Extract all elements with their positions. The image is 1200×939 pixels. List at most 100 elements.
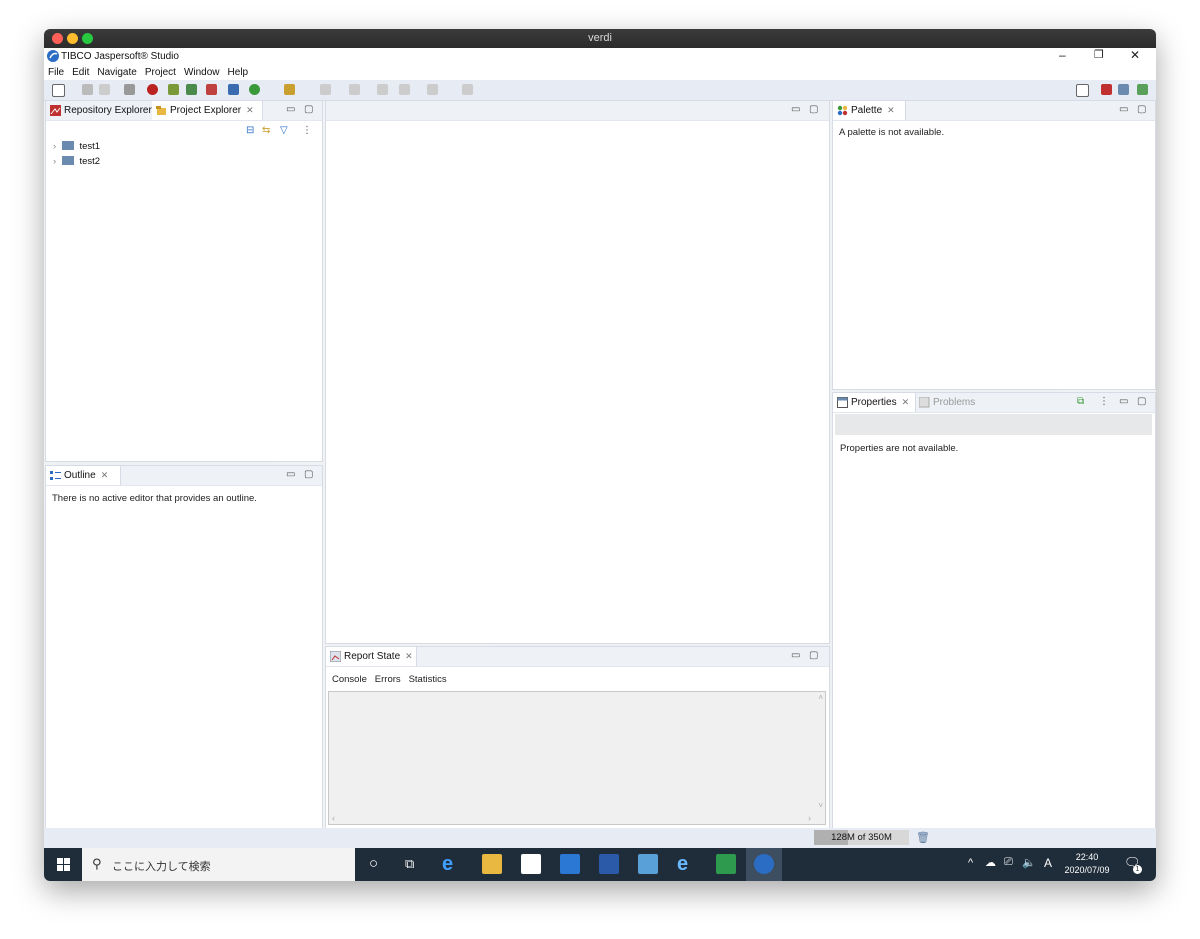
back-icon[interactable]	[399, 84, 410, 95]
debug-icon[interactable]	[147, 84, 158, 95]
internet-explorer-icon[interactable]: e	[677, 854, 697, 874]
mail-icon[interactable]	[560, 854, 580, 874]
save-all-icon[interactable]	[99, 84, 110, 95]
repository-perspective-icon[interactable]	[1118, 84, 1129, 95]
minimize-view-icon[interactable]: ▭	[1119, 104, 1128, 115]
tab-repository-explorer[interactable]: Repository Explorer	[46, 101, 152, 120]
open-perspective-icon[interactable]	[1076, 84, 1089, 97]
menu-project[interactable]: Project	[141, 64, 180, 78]
minimize-view-icon[interactable]: ▭	[286, 104, 295, 115]
minimize-view-icon[interactable]: ▭	[791, 650, 800, 661]
menu-file[interactable]: File	[44, 64, 68, 78]
close-tab-icon[interactable]: ✕	[246, 105, 254, 115]
clock[interactable]: 22:40 2020/07/09	[1062, 851, 1112, 877]
network-icon[interactable]: ⎚	[1004, 856, 1013, 869]
compile-icon[interactable]	[206, 84, 217, 95]
close-tab-icon[interactable]: ✕	[101, 470, 109, 480]
link-editor-icon[interactable]: ⇆	[262, 125, 270, 136]
subtab-errors[interactable]: Errors	[375, 674, 401, 685]
edge-icon[interactable]: e	[442, 854, 462, 874]
scroll-left-icon[interactable]: ‹	[332, 813, 335, 823]
new-properties-view-icon[interactable]: ⧉	[1077, 396, 1084, 407]
menu-help[interactable]: Help	[224, 64, 253, 78]
maximize-view-icon[interactable]: ▢	[809, 650, 818, 661]
cortana-icon[interactable]: ○	[369, 855, 378, 872]
subtab-console[interactable]: Console	[332, 674, 367, 685]
store-icon[interactable]	[521, 854, 541, 874]
close-tab-icon[interactable]: ✕	[902, 397, 910, 407]
volume-icon[interactable]: 🔈	[1022, 856, 1036, 869]
minimize-view-icon[interactable]: ▭	[1119, 396, 1128, 407]
tab-project-explorer[interactable]: Project Explorer ✕	[152, 101, 263, 120]
spreadsheet-app-icon[interactable]	[716, 854, 736, 874]
tab-problems[interactable]: Problems	[915, 393, 977, 412]
minimize-view-icon[interactable]: ▭	[791, 104, 800, 115]
pen-icon[interactable]	[284, 84, 295, 95]
powershell-icon[interactable]	[599, 854, 619, 874]
menu-window[interactable]: Window	[180, 64, 224, 78]
prev-annotation-icon[interactable]	[349, 84, 360, 95]
file-explorer-icon[interactable]	[482, 854, 502, 874]
network-app-icon[interactable]	[638, 854, 658, 874]
tab-label: Project Explorer	[170, 105, 242, 116]
collapse-all-icon[interactable]: ⊟	[246, 125, 254, 136]
properties-panel: Properties ✕ Problems ⧉ ⋮ ▭ ▢ Properties …	[832, 392, 1156, 829]
garbage-collect-icon[interactable]: 🗑	[916, 831, 930, 844]
forward-icon[interactable]	[427, 84, 438, 95]
view-menu-icon[interactable]: ⋮	[302, 125, 312, 136]
filter-icon[interactable]: ▽	[280, 125, 288, 136]
new-icon[interactable]	[52, 84, 65, 97]
tray-chevron-icon[interactable]: ^	[968, 857, 973, 869]
onedrive-icon[interactable]: ☁	[985, 856, 996, 869]
expand-chevron-icon[interactable]: ›	[53, 141, 56, 152]
view-menu-icon[interactable]: ⋮	[1099, 396, 1109, 407]
run-icon[interactable]	[249, 84, 260, 95]
maximize-view-icon[interactable]: ▢	[809, 104, 818, 115]
debug-perspective-icon[interactable]	[1137, 84, 1148, 95]
dataset-icon[interactable]	[186, 84, 197, 95]
pin-editor-icon[interactable]	[462, 84, 473, 95]
tab-report-state[interactable]: Report State ✕	[326, 647, 417, 666]
tab-label: Problems	[933, 397, 976, 408]
project-explorer-icon	[156, 106, 166, 115]
minimize-button[interactable]: –	[1059, 48, 1066, 62]
report-design-perspective-icon[interactable]	[1101, 84, 1112, 95]
maximize-view-icon[interactable]: ▢	[1137, 104, 1146, 115]
menu-edit[interactable]: Edit	[68, 64, 93, 78]
jaspersoft-taskbar-button[interactable]	[746, 848, 782, 881]
tree-item[interactable]: › test2	[53, 156, 100, 167]
tree-item[interactable]: › test1	[53, 141, 100, 152]
print-icon[interactable]	[124, 84, 135, 95]
close-button[interactable]: ✕	[1130, 48, 1140, 62]
close-tab-icon[interactable]: ✕	[405, 651, 413, 661]
task-view-icon[interactable]: ⧉	[405, 856, 414, 872]
report-icon[interactable]	[168, 84, 179, 95]
ime-indicator[interactable]: A	[1044, 856, 1052, 870]
windows-start-icon[interactable]	[57, 858, 70, 871]
minimize-view-icon[interactable]: ▭	[286, 469, 295, 480]
save-icon[interactable]	[82, 84, 93, 95]
scroll-right-icon[interactable]: ›	[808, 813, 811, 823]
close-traffic-light[interactable]	[52, 33, 63, 44]
console-output[interactable]: ˄ ˅ ‹ ›	[328, 691, 826, 825]
expand-chevron-icon[interactable]: ›	[53, 156, 56, 167]
menu-navigate[interactable]: Navigate	[93, 64, 140, 78]
taskbar-search[interactable]: ⚲ ここに入力して検索	[82, 848, 355, 881]
next-annotation-icon[interactable]	[320, 84, 331, 95]
maximize-view-icon[interactable]: ▢	[1137, 396, 1146, 407]
minimize-traffic-light[interactable]	[67, 33, 78, 44]
scroll-up-icon[interactable]: ˄	[818, 693, 823, 702]
restore-button[interactable]: ❐	[1094, 48, 1104, 61]
tab-palette[interactable]: Palette ✕	[833, 101, 906, 120]
close-tab-icon[interactable]: ✕	[887, 105, 895, 115]
zoom-traffic-light[interactable]	[82, 33, 93, 44]
preview-icon[interactable]	[228, 84, 239, 95]
maximize-view-icon[interactable]: ▢	[304, 469, 313, 480]
subtab-statistics[interactable]: Statistics	[409, 674, 447, 685]
last-edit-icon[interactable]	[377, 84, 388, 95]
maximize-view-icon[interactable]: ▢	[304, 104, 313, 115]
tab-properties[interactable]: Properties ✕	[833, 393, 916, 412]
mac-titlebar: verdi	[44, 29, 1156, 48]
tab-outline[interactable]: Outline ✕	[46, 466, 121, 485]
scroll-down-icon[interactable]: ˅	[818, 801, 823, 810]
